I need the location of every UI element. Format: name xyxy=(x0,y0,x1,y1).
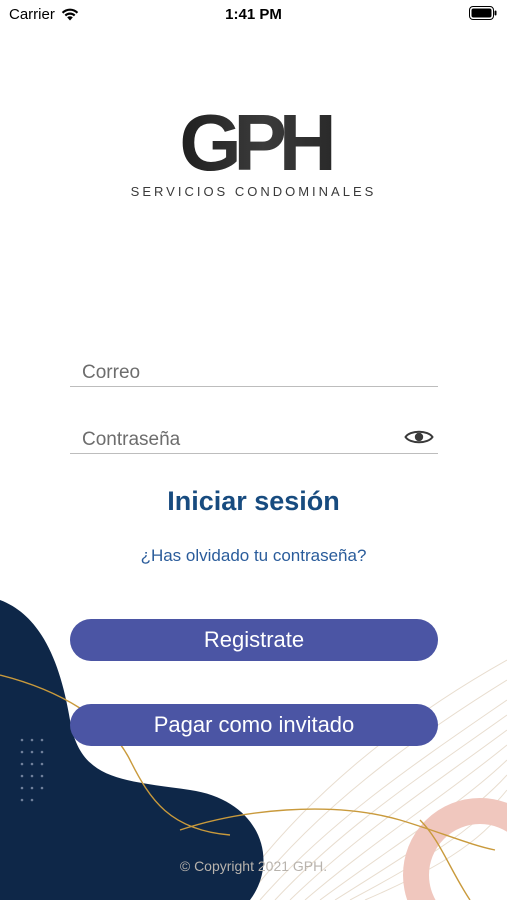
copyright-text: © Copyright 2021 GPH. xyxy=(179,858,328,874)
email-field[interactable] xyxy=(82,362,382,384)
status-bar: Carrier 1:41 PM xyxy=(0,0,507,30)
logo-subtitle: SERVICIOS CONDOMINALES xyxy=(130,184,377,199)
eye-icon[interactable] xyxy=(404,427,434,447)
brand-logo: GPH xyxy=(0,104,507,178)
svg-text:GPH: GPH xyxy=(179,104,332,178)
guest-payment-button[interactable]: Pagar como invitado xyxy=(70,704,438,746)
battery-icon xyxy=(469,6,497,24)
login-button[interactable]: Iniciar sesión xyxy=(0,486,507,517)
forgot-password-link[interactable]: ¿Has olvidado tu contraseña? xyxy=(0,546,507,566)
password-field-container xyxy=(70,415,438,454)
login-screen: Carrier 1:41 PM GPH SERVICIOS CONDOMINAL… xyxy=(0,0,507,900)
email-field-container xyxy=(70,348,438,387)
password-field[interactable] xyxy=(82,429,382,451)
status-time: 1:41 PM xyxy=(225,6,282,23)
register-button[interactable]: Registrate xyxy=(70,619,438,661)
logo-mark: GPH xyxy=(179,104,340,178)
